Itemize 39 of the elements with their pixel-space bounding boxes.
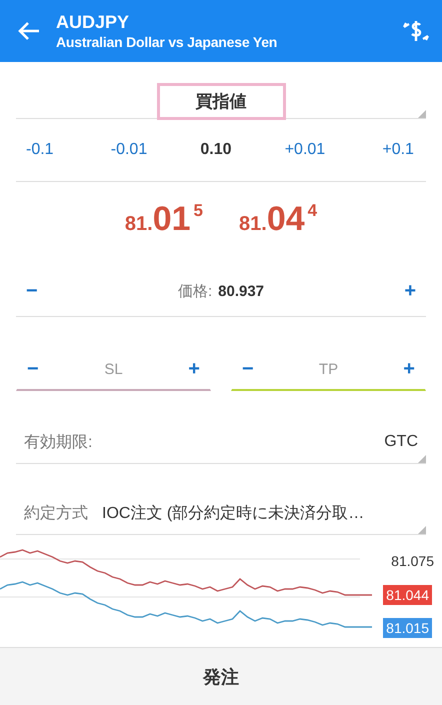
volume-step-button[interactable]: +0.1 xyxy=(378,137,418,163)
quote-price: 81.04$^{4}$ xyxy=(239,200,318,238)
price-axis-label: 81.075 xyxy=(391,553,434,569)
level-label: TP xyxy=(318,360,338,378)
order-type-dropdown[interactable]: 買指値 xyxy=(156,83,286,120)
level-field[interactable]: − SL + xyxy=(16,349,211,391)
expiration-label: 有効期限: xyxy=(24,432,92,452)
price-label: 価格: xyxy=(178,282,212,300)
dropdown-corner-icon xyxy=(418,110,426,118)
decrease-button[interactable]: − xyxy=(238,358,258,380)
trade-button[interactable] xyxy=(402,18,430,44)
filling-dropdown[interactable]: 約定方式 IOC注文 (部分約定時に未決済分取… xyxy=(16,492,426,535)
volume-step-button[interactable]: -0.1 xyxy=(22,137,58,163)
symbol-title: AUDJPY xyxy=(56,11,130,33)
price-tag: 81.015 xyxy=(383,618,432,638)
price-tag: 81.044 xyxy=(383,585,432,605)
currency-exchange-icon xyxy=(402,18,430,44)
dropdown-corner-icon xyxy=(418,455,426,463)
level-field[interactable]: − TP + xyxy=(231,349,426,391)
decrease-button[interactable]: − xyxy=(22,280,42,302)
quote-price: 81.01$^{5}$ xyxy=(124,200,203,238)
volume-step-button[interactable]: +0.01 xyxy=(280,137,330,163)
increase-button[interactable]: + xyxy=(400,280,420,302)
symbol-description: Australian Dollar vs Japanese Yen xyxy=(56,33,278,51)
price-value[interactable]: 80.937 xyxy=(218,282,264,300)
increase-button[interactable]: + xyxy=(184,358,204,380)
filling-value: IOC注文 (部分約定時に未決済分取… xyxy=(102,504,366,524)
volume-step-button[interactable]: -0.01 xyxy=(106,137,152,163)
place-order-button[interactable]: 発注 xyxy=(0,648,442,705)
increase-button[interactable]: + xyxy=(399,358,419,380)
expiration-value: GTC xyxy=(384,433,418,451)
back-button[interactable] xyxy=(18,21,40,41)
decrease-button[interactable]: − xyxy=(23,358,43,380)
level-label: SL xyxy=(104,360,123,378)
filling-label: 約定方式 xyxy=(24,504,88,524)
back-arrow-icon xyxy=(18,21,40,41)
expiration-dropdown[interactable]: 有効期限: GTC xyxy=(16,421,426,464)
volume-value: 0.10 xyxy=(200,141,232,159)
dropdown-corner-icon xyxy=(418,526,426,534)
